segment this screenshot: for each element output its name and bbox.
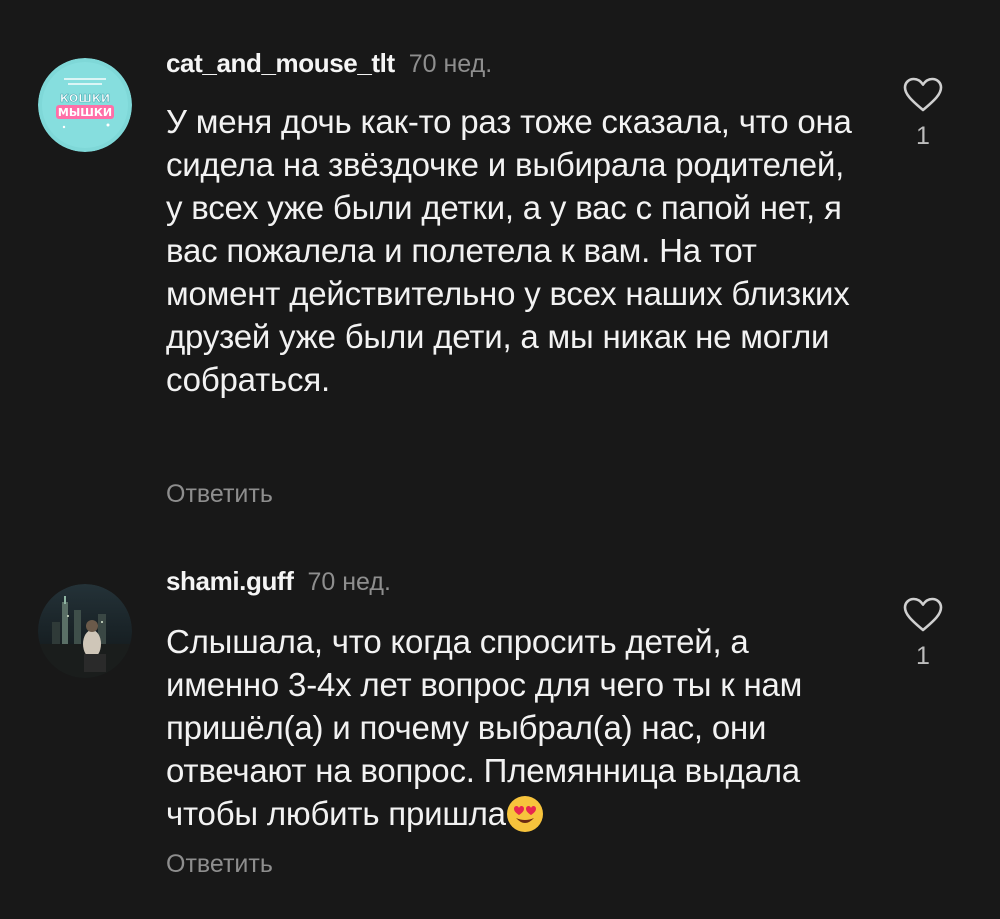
svg-text:КОШКИ: КОШКИ xyxy=(60,92,110,105)
kids-studio-logo-avatar: КОШКИ МЫШКИ xyxy=(38,58,132,152)
timestamp: 70 нед. xyxy=(307,568,391,596)
like-button[interactable]: 1 xyxy=(898,77,948,151)
reply-button[interactable]: Ответить xyxy=(166,480,273,509)
comment-text: У меня дочь как-то раз тоже сказала, что… xyxy=(166,103,852,398)
avatar[interactable] xyxy=(38,584,132,678)
reply-button[interactable]: Ответить xyxy=(166,850,273,879)
like-button[interactable]: 1 xyxy=(898,597,948,671)
username[interactable]: cat_and_mouse_tlt xyxy=(166,48,395,79)
avatar[interactable]: КОШКИ МЫШКИ xyxy=(38,58,132,152)
comment-text: Слышала, что когда спросить детей, а име… xyxy=(166,620,866,835)
like-count: 1 xyxy=(916,122,930,150)
comment-meta: shami.guff 70 нед. xyxy=(166,566,391,600)
comment-text-body: Слышала, что когда спросить детей, а име… xyxy=(166,623,803,832)
svg-text:МЫШКИ: МЫШКИ xyxy=(58,106,112,119)
heart-eyes-emoji-icon xyxy=(506,796,543,832)
comment-meta: cat_and_mouse_tlt 70 нед. xyxy=(166,48,492,82)
timestamp: 70 нед. xyxy=(408,50,493,78)
like-count: 1 xyxy=(916,642,930,670)
user-photo-avatar xyxy=(38,584,132,678)
heart-icon xyxy=(903,597,943,632)
username[interactable]: shami.guff xyxy=(166,566,294,597)
heart-icon xyxy=(903,77,943,112)
